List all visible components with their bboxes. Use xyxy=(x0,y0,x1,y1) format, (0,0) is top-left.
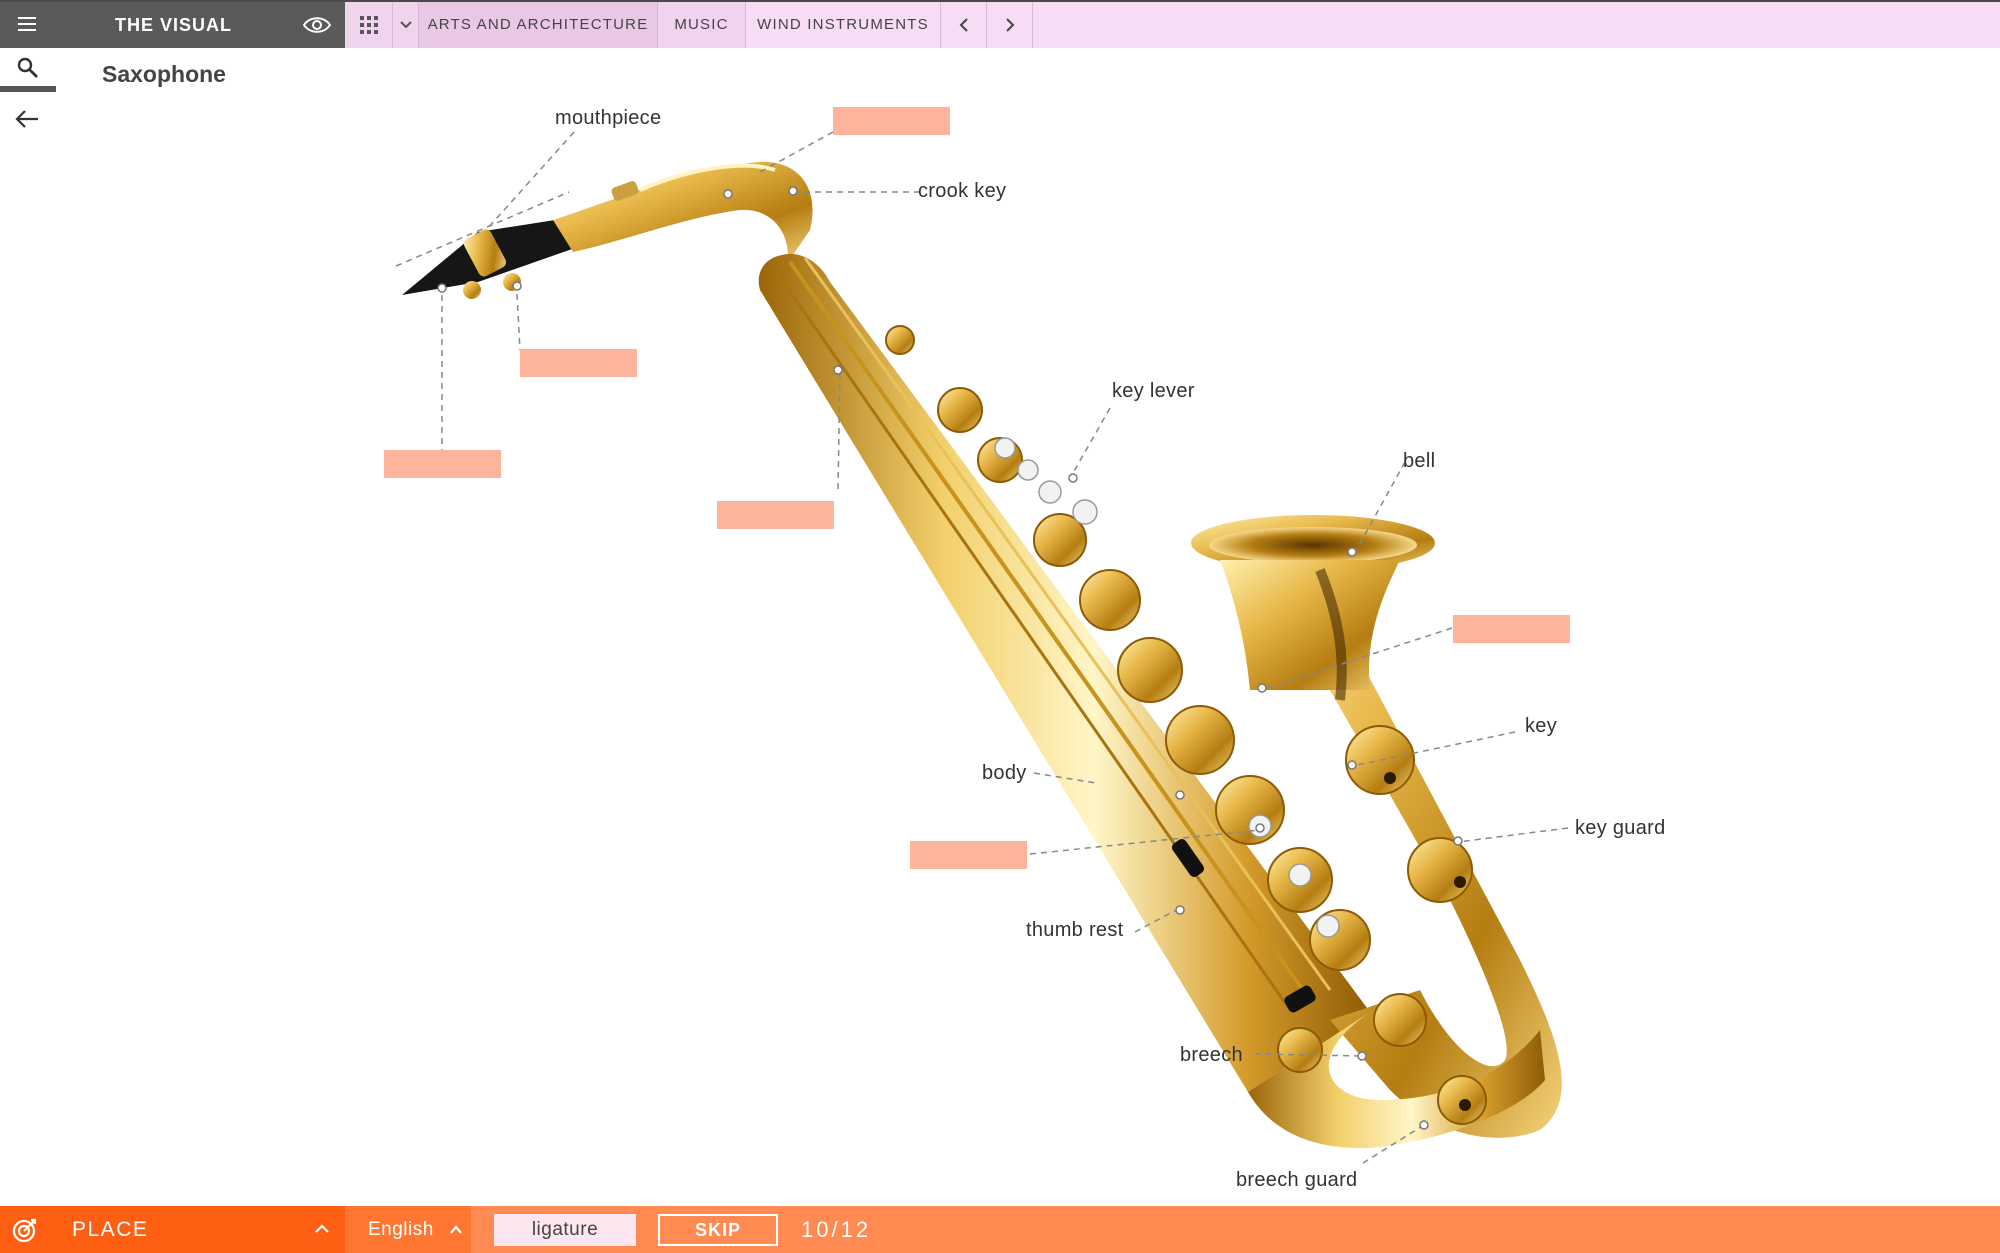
grid-icon xyxy=(360,16,378,34)
label-bell: bell xyxy=(1403,450,1436,472)
breadcrumb-wind-instruments[interactable]: WIND INSTRUMENTS xyxy=(746,2,941,48)
saxophone-diagram: mouthpiece crook key key lever bell key … xyxy=(0,48,2000,1206)
previous-button[interactable] xyxy=(941,2,987,48)
breadcrumb-arts-architecture[interactable]: ARTS AND ARCHITECTURE xyxy=(419,2,658,48)
label-crook-key: crook key xyxy=(918,180,1007,202)
brand-name[interactable]: THE VISUAL xyxy=(115,15,232,36)
blank-drop-target[interactable] xyxy=(717,501,834,529)
blank-drop-target[interactable] xyxy=(384,450,501,478)
neck-shape xyxy=(553,161,813,262)
eye-icon[interactable] xyxy=(302,14,332,36)
language-selector[interactable]: English xyxy=(345,1206,471,1253)
label-key: key xyxy=(1525,715,1558,737)
grid-menu-button[interactable] xyxy=(345,2,393,48)
chevron-up-icon xyxy=(450,1225,462,1234)
saxophone-illustration xyxy=(395,131,1569,1164)
top-bar: THE VISUAL ARTS AND ARCHITECTURE MUSIC W… xyxy=(0,0,2000,48)
label-thumb-rest: thumb rest xyxy=(1026,919,1124,941)
chevron-up-icon xyxy=(315,1224,329,1233)
blank-drop-target[interactable] xyxy=(520,349,637,377)
blank-drop-target[interactable] xyxy=(833,107,950,135)
bottom-bar: PLACE English ligature SKIP 10/12 xyxy=(0,1206,2000,1253)
next-button[interactable] xyxy=(987,2,1033,48)
breadcrumb-dropdown-button[interactable] xyxy=(393,2,419,48)
mode-selector[interactable]: PLACE xyxy=(0,1206,345,1253)
label-breech-guard: breech guard xyxy=(1236,1169,1358,1191)
label-body: body xyxy=(982,762,1027,784)
label-breech: breech xyxy=(1180,1044,1243,1066)
label-mouthpiece: mouthpiece xyxy=(555,107,662,129)
skip-button[interactable]: SKIP xyxy=(658,1214,778,1246)
brand-area: THE VISUAL xyxy=(0,2,345,48)
breadcrumb-music[interactable]: MUSIC xyxy=(658,2,746,48)
label-key-guard: key guard xyxy=(1575,817,1666,839)
current-term-chip[interactable]: ligature xyxy=(494,1214,636,1246)
mode-label: PLACE xyxy=(72,1218,149,1241)
label-key-lever: key lever xyxy=(1112,380,1195,402)
chevron-down-icon xyxy=(399,21,412,29)
hamburger-menu-icon[interactable] xyxy=(18,14,36,34)
progress-counter: 10/12 xyxy=(801,1217,872,1242)
chevron-right-icon xyxy=(1005,18,1014,32)
language-label: English xyxy=(368,1219,434,1240)
target-icon xyxy=(12,1218,37,1243)
chevron-left-icon xyxy=(959,18,968,32)
blank-drop-target[interactable] xyxy=(910,841,1027,869)
blank-drop-target[interactable] xyxy=(1453,615,1570,643)
